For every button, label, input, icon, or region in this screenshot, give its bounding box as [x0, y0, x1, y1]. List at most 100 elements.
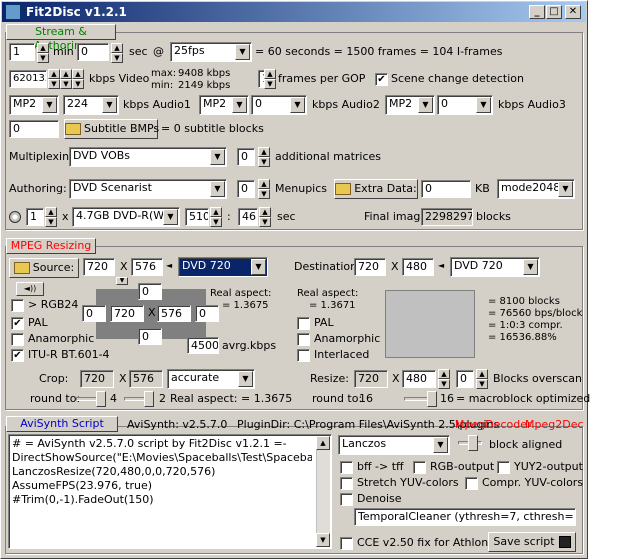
audio3-rate-select[interactable]: 0 ▼	[437, 95, 493, 115]
crop-height-input[interactable]: 576	[157, 305, 191, 322]
seconds-input[interactable]: 0	[77, 43, 109, 61]
crop-bottom-input[interactable]: 0	[138, 328, 162, 345]
dest-width-input[interactable]: 720	[354, 258, 386, 276]
scroll-down-button[interactable]: ▼	[316, 533, 330, 547]
yuy2-output-checkbox[interactable]	[497, 461, 510, 474]
source-format-select[interactable]: DVD 720 ▼	[178, 257, 268, 277]
source-anamorphic-checkbox[interactable]	[11, 333, 24, 346]
minutes-input[interactable]: 1	[9, 43, 35, 61]
chevron-down-icon[interactable]: ▼	[102, 97, 117, 113]
chevron-left-icon[interactable]: ◄	[166, 261, 172, 270]
disc-count-spinner[interactable]: ▲ ▼	[45, 207, 57, 227]
denoise-filter-input[interactable]: TemporalCleaner (ythresh=7, cthresh=10)	[354, 508, 576, 526]
authoring-select[interactable]: DVD Scenarist ▼	[69, 179, 227, 199]
crop-width-input[interactable]: 720	[110, 305, 144, 322]
resizer-select[interactable]: Lanczos ▼	[338, 435, 450, 455]
resize-height-input[interactable]: 480	[402, 370, 436, 388]
menupics-input[interactable]: 0	[237, 180, 255, 198]
chevron-down-icon[interactable]: ▼	[476, 97, 491, 113]
disc-seconds-spinner[interactable]: ▲ ▼	[259, 207, 271, 227]
crop-round-slider-thumb[interactable]	[96, 391, 106, 407]
chevron-down-icon[interactable]: ▼	[523, 259, 538, 275]
disc-minutes-spinner[interactable]: ▲ ▼	[210, 207, 222, 227]
dest-pal-checkbox[interactable]	[297, 317, 310, 330]
source-button[interactable]: Source:	[9, 258, 79, 278]
audio3-type-select[interactable]: MP2 ▼	[385, 95, 435, 115]
tab-mpeg-resizing[interactable]: MPEG Resizing	[6, 238, 96, 254]
chevron-down-icon[interactable]: ▼	[210, 181, 225, 197]
chevron-down-icon[interactable]: ▼	[251, 259, 266, 275]
crop-left-input[interactable]: 0	[82, 305, 106, 322]
extra-data-input[interactable]: 0	[421, 180, 471, 198]
audio1-rate-select[interactable]: 224 ▼	[63, 95, 119, 115]
matrices-input[interactable]: 0	[237, 148, 255, 166]
scene-change-checkbox[interactable]: ✔	[375, 73, 388, 86]
chevron-down-icon[interactable]: ▼	[418, 97, 433, 113]
audio1-type-select[interactable]: MP2 ▼	[9, 95, 59, 115]
source-dropdown-button[interactable]: ▼	[116, 277, 128, 285]
dest-interlaced-checkbox[interactable]	[297, 349, 310, 362]
dest-height-input[interactable]: 480	[402, 258, 434, 276]
chevron-down-icon[interactable]: ▼	[290, 97, 305, 113]
chevron-down-icon[interactable]: ▼	[235, 44, 250, 60]
block-align-slider-thumb[interactable]	[468, 435, 478, 451]
multiplexing-select[interactable]: DVD VOBs ▼	[69, 147, 227, 167]
seconds-spinner[interactable]: ▲ ▼	[111, 43, 123, 63]
fps-select[interactable]: 25fps ▼	[170, 42, 252, 62]
extra-data-button[interactable]: Extra Data:	[334, 179, 418, 199]
overscan-spinner[interactable]: ▲ ▼	[476, 369, 488, 389]
bitrate-spinner-1[interactable]: ▲ ▼	[48, 69, 60, 89]
disc-seconds-input[interactable]: 46	[238, 208, 258, 226]
bff-checkbox[interactable]	[340, 461, 353, 474]
rgb24-checkbox[interactable]	[11, 299, 24, 312]
source-width-input[interactable]: 720	[83, 258, 115, 276]
source-pal-checkbox[interactable]: ✔	[11, 317, 24, 330]
chevron-down-icon[interactable]: ▼	[558, 181, 573, 197]
minimize-button[interactable]: _	[529, 5, 545, 19]
audio-mute-button[interactable]: ◄))	[16, 282, 44, 296]
denoise-checkbox[interactable]	[340, 493, 353, 506]
avg-kbps-input[interactable]: 4500	[187, 337, 219, 354]
bitrate-input[interactable]: 620133	[9, 70, 47, 88]
scroll-up-button[interactable]: ▲	[316, 436, 330, 450]
subtitle-bmps-button[interactable]: Subtitle BMPs	[64, 119, 159, 139]
source-height-input[interactable]: 576	[131, 258, 163, 276]
overscan-input[interactable]: 0	[456, 370, 474, 388]
maximize-button[interactable]: □	[546, 5, 562, 19]
crop-mode-select[interactable]: accurate ▼	[167, 369, 255, 389]
disc-minutes-input[interactable]: 510	[185, 208, 209, 226]
chevron-down-icon[interactable]: ▼	[210, 149, 225, 165]
menupics-spinner[interactable]: ▲ ▼	[258, 179, 270, 199]
crop-round2-slider-thumb[interactable]	[144, 391, 154, 407]
disc-count-input[interactable]: 1	[26, 208, 44, 226]
resize-round-slider-thumb[interactable]	[427, 391, 437, 407]
bitrate-spinner-3[interactable]: ▲ ▼	[72, 69, 84, 89]
chevron-down-icon[interactable]: ▼	[232, 97, 247, 113]
chevron-down-icon[interactable]: ▼	[433, 437, 448, 453]
compr-yuv-checkbox[interactable]	[465, 477, 478, 490]
subtitle-count-input[interactable]: 0	[9, 120, 59, 138]
audio2-type-select[interactable]: MP2 ▼	[199, 95, 249, 115]
script-scrollbar[interactable]	[316, 436, 330, 547]
matrices-spinner[interactable]: ▲ ▼	[258, 147, 270, 167]
chevron-down-icon[interactable]: ▼	[163, 209, 178, 225]
chevron-left-icon[interactable]: ◄	[438, 261, 444, 270]
audio2-rate-select[interactable]: 0 ▼	[251, 95, 307, 115]
close-button[interactable]: ✕	[565, 5, 581, 19]
cce-fix-checkbox[interactable]	[340, 537, 353, 550]
rgb-output-checkbox[interactable]	[413, 461, 426, 474]
tab-avisynth-script[interactable]: AviSynth Script	[6, 416, 118, 432]
dest-format-select[interactable]: DVD 720 ▼	[450, 257, 540, 277]
resize-height-spinner[interactable]: ▲ ▼	[438, 369, 450, 389]
crop-right-input[interactable]: 0	[195, 305, 219, 322]
chevron-down-icon[interactable]: ▼	[42, 97, 57, 113]
minutes-spinner[interactable]: ▲ ▼	[37, 43, 49, 63]
disc-type-select[interactable]: 4.7GB DVD-R(W) ▼	[72, 207, 180, 227]
save-script-button[interactable]: Save script	[488, 532, 576, 552]
chevron-down-icon[interactable]: ▼	[238, 371, 253, 387]
tab-stream-authoring[interactable]: Stream & Authoring	[6, 24, 116, 52]
mode-select[interactable]: mode2048 ▼	[497, 179, 575, 199]
itu-checkbox[interactable]: ✔	[11, 349, 24, 362]
crop-top-input[interactable]: 0	[138, 283, 162, 300]
dest-anamorphic-checkbox[interactable]	[297, 333, 310, 346]
